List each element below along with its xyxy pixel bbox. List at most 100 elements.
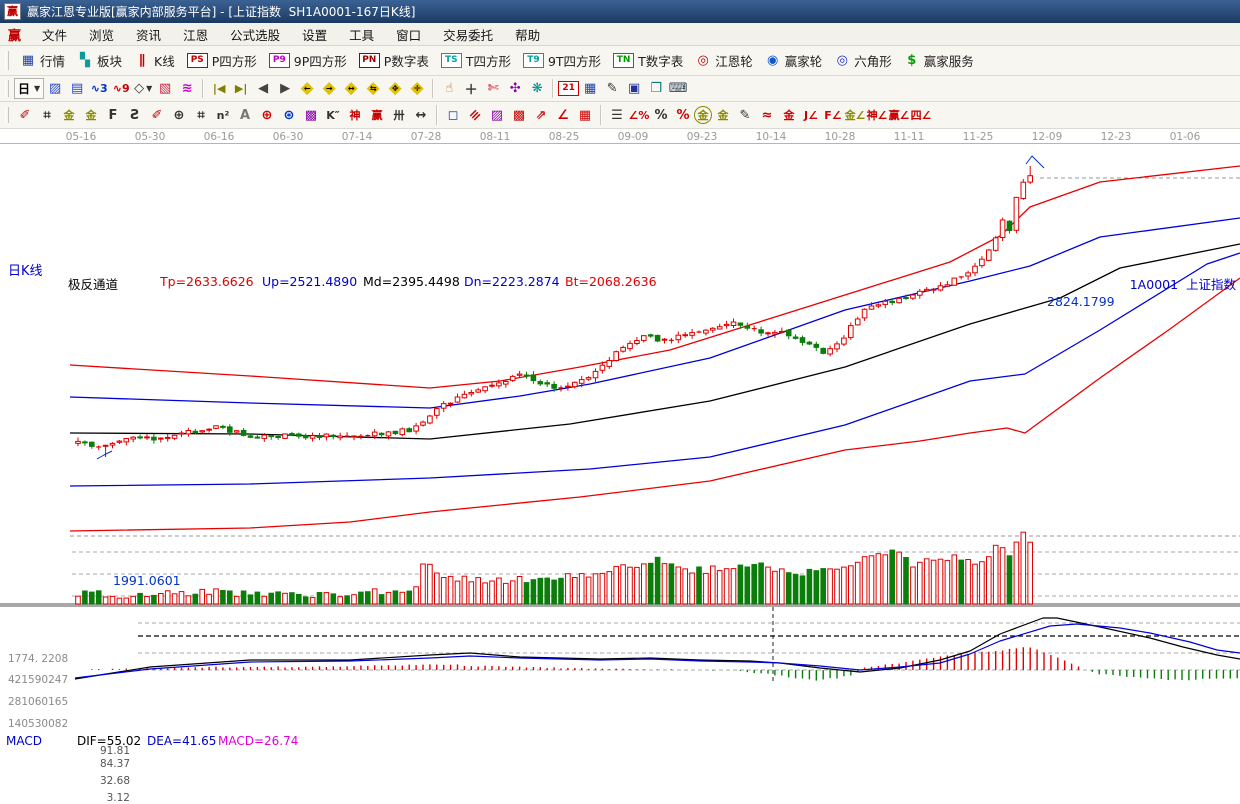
menu-item-3[interactable]: 江恩	[172, 23, 219, 45]
network-icon[interactable]: ❒	[645, 79, 667, 99]
eraser-tool[interactable]: ✄	[482, 79, 504, 99]
gann-grid-gold-1[interactable]: 金	[58, 105, 80, 125]
kline-chart-svg[interactable]: 05-1605-3006-1606-3007-1407-2808-1108-25…	[0, 129, 1240, 683]
menu-item-1[interactable]: 浏览	[78, 23, 125, 45]
p9-square-button[interactable]: P99P四方形	[263, 49, 353, 72]
gann-wheel-button-label: 江恩轮	[715, 51, 753, 70]
measure-brush-tool[interactable]: ✐	[146, 105, 168, 125]
kline-button[interactable]: ∥K线	[128, 49, 181, 72]
percent-line-tool[interactable]: ∠%	[628, 105, 650, 125]
macd-scale-label-3: 3.12	[70, 792, 130, 804]
info-list-icon[interactable]: ▤	[66, 79, 88, 99]
menu-item-6[interactable]: 工具	[338, 23, 385, 45]
scale-tool[interactable]: ☰	[606, 105, 628, 125]
hash-tool[interactable]: ⌗	[190, 105, 212, 125]
crosshair-tool[interactable]: ＋	[460, 79, 482, 99]
gann-tool-purple[interactable]: ✣	[504, 79, 526, 99]
mirror-tool[interactable]: A	[234, 105, 256, 125]
calculator-icon[interactable]: ▦	[579, 79, 601, 99]
menu-item-8[interactable]: 交易委托	[432, 23, 504, 45]
si-angle-tool[interactable]: 四∠	[910, 105, 932, 125]
quotes-button[interactable]: ▦行情	[14, 49, 71, 72]
hand-tool[interactable]: ☝	[438, 79, 460, 99]
expand-all-diamond[interactable]: ◆✥	[384, 79, 406, 99]
workstation-icon[interactable]: ⌨	[667, 79, 689, 99]
f-grid-tool[interactable]: F	[102, 105, 124, 125]
percent-tool[interactable]: %	[650, 105, 672, 125]
compress-x-diamond[interactable]: ◆⇆	[362, 79, 384, 99]
web-tool[interactable]: ▩	[300, 105, 322, 125]
shen-angle-tool[interactable]: 神∠	[866, 105, 888, 125]
last-bar-button[interactable]: ▶|	[230, 79, 252, 99]
t-table-button[interactable]: TNT数字表	[607, 49, 689, 72]
brush-tool[interactable]: ✐	[14, 105, 36, 125]
channel-tool[interactable]: ≈	[756, 105, 778, 125]
f-angle-tool[interactable]: F∠	[822, 105, 844, 125]
notes-icon[interactable]: ✎	[601, 79, 623, 99]
next-bar-button[interactable]: ▶	[274, 79, 296, 99]
menu-item-2[interactable]: 资讯	[125, 23, 172, 45]
blue-star-tool[interactable]: ⊛	[278, 105, 300, 125]
wave-3-icon[interactable]: ∿3	[88, 79, 110, 99]
hexagon-button[interactable]: ◎六角形	[828, 49, 898, 72]
gann-wheel-button[interactable]: ◎江恩轮	[689, 49, 759, 72]
first-bar-button[interactable]: |◀	[208, 79, 230, 99]
circle-cross-tool[interactable]: ⊕	[168, 105, 190, 125]
t9-square-button-label: 9T四方形	[548, 51, 601, 70]
ying-grid-tool[interactable]: 赢	[366, 105, 388, 125]
gold-red-tool[interactable]: 金	[778, 105, 800, 125]
pattern-select-icon[interactable]: ▧	[154, 79, 176, 99]
web-box-tool[interactable]: ▩	[508, 105, 530, 125]
calendar-icon[interactable]: 21	[558, 81, 579, 96]
grid-tool[interactable]: ⌗	[36, 105, 58, 125]
expand-x-diamond[interactable]: ◆↔	[340, 79, 362, 99]
candle-style-dropdown[interactable]: ◇▼	[132, 79, 154, 99]
period-day-dropdown[interactable]: 日▼	[14, 78, 44, 99]
percent-level-tool[interactable]: %	[672, 105, 694, 125]
k-tool[interactable]: K″	[322, 105, 344, 125]
compress-all-diamond[interactable]: ◆✛	[406, 79, 428, 99]
sectors-button[interactable]: ▚板块	[71, 49, 128, 72]
p-square-button[interactable]: PSP四方形	[181, 49, 263, 72]
knot-icon[interactable]: ❋	[526, 79, 548, 99]
gann-grid-gold-2[interactable]: 金	[80, 105, 102, 125]
spiral-tool[interactable]: Ƨ	[124, 105, 146, 125]
menu-item-4[interactable]: 公式选股	[219, 23, 291, 45]
p-table-button[interactable]: PNP数字表	[353, 49, 435, 72]
menu-item-5[interactable]: 设置	[291, 23, 338, 45]
gold-angle-tool[interactable]: 金∠	[844, 105, 866, 125]
n2-tool[interactable]: n²	[212, 105, 234, 125]
ruler-123-tool[interactable]: 卅	[388, 105, 410, 125]
menu-item-7[interactable]: 窗口	[385, 23, 432, 45]
prev-bar-button[interactable]: ◀	[252, 79, 274, 99]
gold-circle-tool[interactable]: 金	[694, 106, 712, 124]
winner-wheel-button[interactable]: ◉赢家轮	[759, 49, 829, 72]
arrows-tool[interactable]: ⇗	[530, 105, 552, 125]
shen-grid-tool[interactable]: 神	[344, 105, 366, 125]
save-icon[interactable]: ▣	[623, 79, 645, 99]
menu-item-0[interactable]: 文件	[31, 23, 78, 45]
red-crosshair-tool[interactable]: ⊕	[256, 105, 278, 125]
menu-item-9[interactable]: 帮助	[504, 23, 551, 45]
ying-angle-tool[interactable]: 赢∠	[888, 105, 910, 125]
volume-profile-icon[interactable]: ≋	[176, 79, 198, 99]
zigzag-tool[interactable]: ∠	[552, 105, 574, 125]
scroll-right-diamond[interactable]: ◆→	[318, 79, 340, 99]
app-logo-icon: 赢	[4, 3, 21, 20]
gold-lines-tool[interactable]: 金	[712, 105, 734, 125]
pen-line-tool[interactable]: ✎	[734, 105, 756, 125]
fan-box-tool[interactable]: ▨	[486, 105, 508, 125]
table-grid-tool[interactable]: ▦	[574, 105, 596, 125]
wave-9-icon[interactable]: ∿9	[110, 79, 132, 99]
winner-service-button[interactable]: $赢家服务	[898, 49, 980, 72]
price-axis-bottom-label: 1774. 2208	[8, 653, 68, 665]
zigzag-pattern-icon[interactable]: ▨	[44, 79, 66, 99]
t9-square-button[interactable]: T99T四方形	[517, 49, 607, 72]
j-angle-tool[interactable]: J∠	[800, 105, 822, 125]
box-tool[interactable]: ◻	[442, 105, 464, 125]
fan-tool[interactable]: ≡	[464, 105, 486, 125]
scroll-left-diamond[interactable]: ◆←	[296, 79, 318, 99]
chart-canvas[interactable]: 05-1605-3006-1606-3007-1407-2808-1108-25…	[0, 129, 1240, 683]
width-tool[interactable]: ↔	[410, 105, 432, 125]
t-square-button[interactable]: TST四方形	[435, 49, 517, 72]
